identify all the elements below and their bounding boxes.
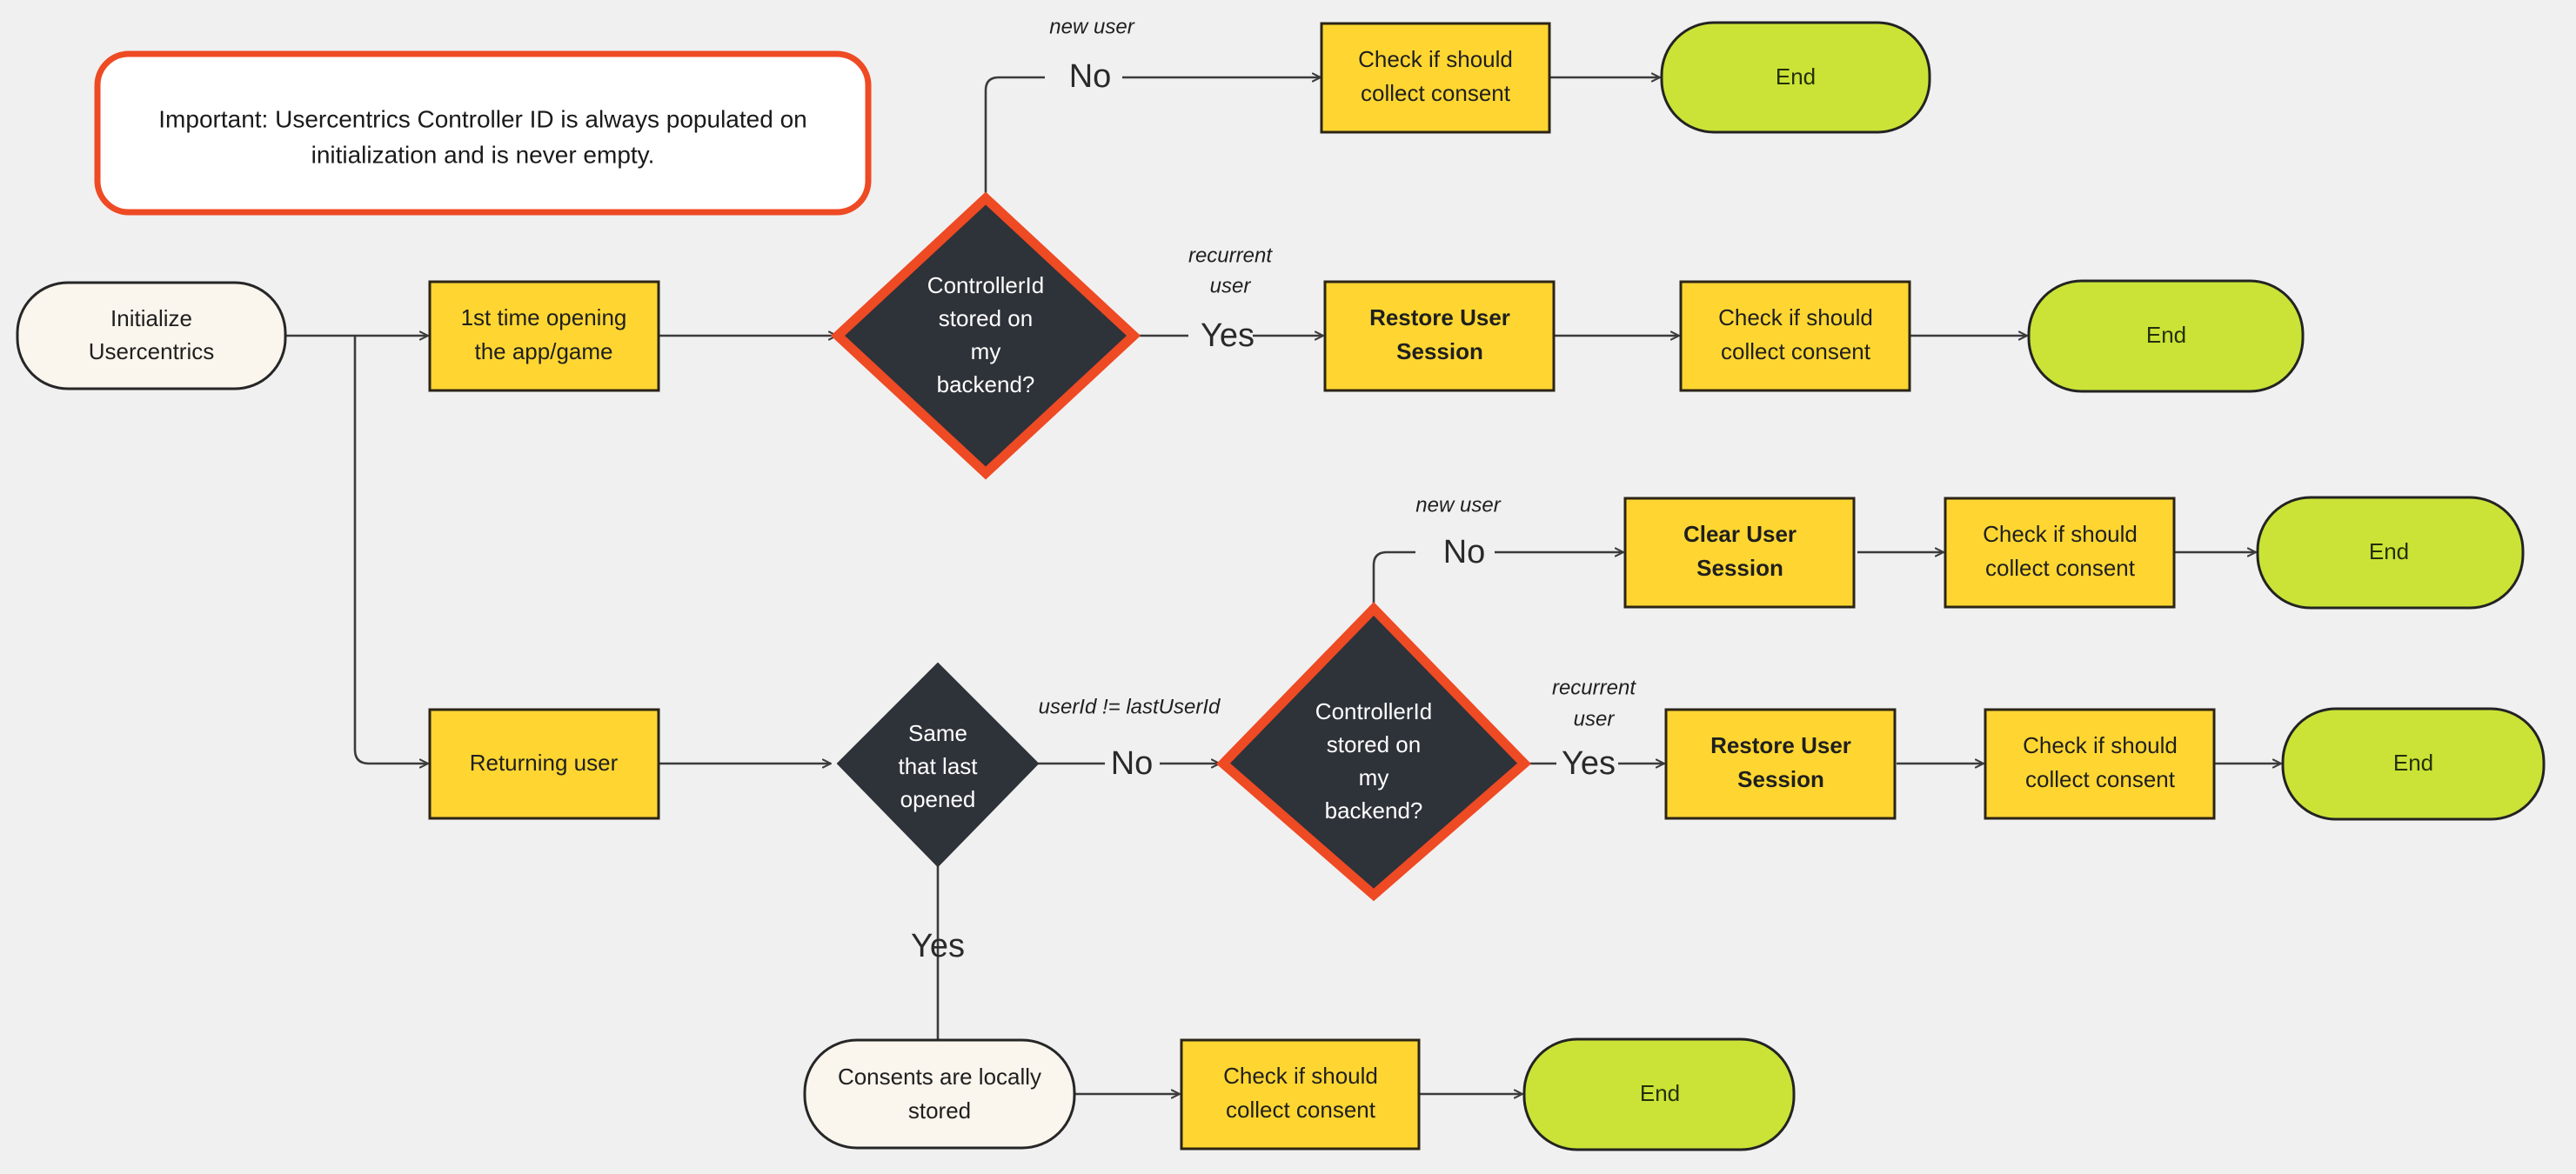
node-end-row3-label: End bbox=[2369, 538, 2409, 564]
node-decision-same-last-opened[interactable]: Same that last opened bbox=[836, 662, 1040, 868]
node-restore-user-session-row4-line2: Session bbox=[1737, 766, 1824, 792]
edge-label-top-no: No bbox=[1069, 58, 1112, 95]
node-restore-user-session-row4-line1: Restore User bbox=[1710, 732, 1851, 758]
node-check-consent-row3-line1: Check if should bbox=[1983, 521, 2138, 547]
node-clear-user-session-shape[interactable] bbox=[1623, 497, 1856, 609]
flowchart-svg: Important: Usercentrics Controller ID is… bbox=[16, 15, 2546, 1151]
node-decision-mid-line3: my bbox=[1359, 764, 1389, 790]
node-initialize-usercentrics-shape[interactable] bbox=[16, 281, 287, 390]
edge-label-row4-recurrent-user-line2: user bbox=[1574, 707, 1616, 730]
node-check-consent-row5-line1: Check if should bbox=[1223, 1063, 1378, 1089]
node-end-row2[interactable]: End bbox=[2027, 279, 2305, 393]
node-restore-user-session-row4-shape[interactable] bbox=[1664, 708, 1897, 820]
node-first-time-opening[interactable]: 1st time opening the app/game bbox=[428, 280, 660, 392]
important-note-box bbox=[94, 50, 872, 216]
node-end-row4-label: End bbox=[2393, 750, 2433, 776]
node-check-consent-top[interactable]: Check if should collect consent bbox=[1320, 22, 1551, 134]
node-check-consent-top-line1: Check if should bbox=[1358, 46, 1513, 72]
node-end-top-label: End bbox=[1776, 63, 1816, 90]
node-restore-user-session-row2[interactable]: Restore User Session bbox=[1323, 280, 1556, 392]
node-decision-controllerid-backend-top-shape[interactable] bbox=[830, 191, 1141, 480]
node-end-row5-label: End bbox=[1640, 1080, 1680, 1106]
node-check-consent-row2-line1: Check if should bbox=[1718, 304, 1873, 330]
node-decision-mid-line1: ControllerId bbox=[1315, 698, 1432, 724]
node-restore-user-session-row2-shape[interactable] bbox=[1323, 280, 1556, 392]
node-end-row3[interactable]: End bbox=[2256, 496, 2525, 610]
node-check-consent-row4-shape[interactable] bbox=[1984, 708, 2216, 820]
node-clear-user-session-line1: Clear User bbox=[1683, 521, 1797, 547]
node-end-row5[interactable]: End bbox=[1522, 1037, 1796, 1151]
node-returning-user-label: Returning user bbox=[470, 750, 619, 776]
node-decision-same-line1: Same bbox=[908, 720, 967, 746]
node-check-consent-row2-line2: collect consent bbox=[1721, 338, 1871, 364]
node-decision-controllerid-backend-top[interactable]: ControllerId stored on my backend? bbox=[830, 191, 1141, 480]
node-end-row2-label: End bbox=[2146, 322, 2186, 348]
node-first-time-opening-line1: 1st time opening bbox=[461, 304, 627, 330]
edge-decision-top-no bbox=[984, 76, 1045, 198]
node-clear-user-session-line2: Session bbox=[1696, 555, 1783, 581]
node-decision-same-line3: opened bbox=[900, 786, 976, 812]
node-check-consent-top-shape[interactable] bbox=[1320, 22, 1551, 134]
edge-label-row3-new-user: new user bbox=[1415, 493, 1501, 517]
edge-label-mid-yes: Yes bbox=[1201, 317, 1255, 354]
node-check-consent-row4[interactable]: Check if should collect consent bbox=[1984, 708, 2216, 820]
node-clear-user-session[interactable]: Clear User Session bbox=[1623, 497, 1856, 609]
edge-label-mid-recurrent-user-line1: recurrent bbox=[1188, 243, 1273, 267]
node-consents-locally-stored-shape[interactable] bbox=[803, 1038, 1076, 1150]
node-check-consent-row4-line2: collect consent bbox=[2025, 766, 2176, 792]
node-returning-user[interactable]: Returning user bbox=[428, 708, 660, 820]
important-note-line1: Important: Usercentrics Controller ID is… bbox=[158, 105, 806, 132]
edge-labels-layer: new user No recurrent user Yes new user … bbox=[911, 15, 1636, 964]
node-decision-controllerid-backend-mid[interactable]: ControllerId stored on my backend? bbox=[1216, 602, 1531, 902]
important-note-line2: initialization and is never empty. bbox=[311, 141, 655, 168]
node-check-consent-row3[interactable]: Check if should collect consent bbox=[1944, 497, 2176, 609]
node-restore-user-session-row4[interactable]: Restore User Session bbox=[1664, 708, 1897, 820]
edge-label-same-yes: Yes bbox=[911, 928, 965, 964]
node-decision-mid-line4: backend? bbox=[1325, 797, 1423, 824]
node-decision-top-line1: ControllerId bbox=[927, 272, 1044, 298]
node-initialize-usercentrics-line2: Usercentrics bbox=[89, 338, 214, 364]
node-restore-user-session-row2-line1: Restore User bbox=[1369, 304, 1510, 330]
edge-start-to-returning-user bbox=[353, 336, 428, 764]
node-first-time-opening-line2: the app/game bbox=[474, 338, 612, 364]
node-decision-top-line4: backend? bbox=[937, 371, 1035, 397]
edge-decision-mid-no bbox=[1372, 550, 1415, 609]
node-check-consent-row2-shape[interactable] bbox=[1679, 280, 1911, 392]
edge-label-userid-condition: userId != lastUserId bbox=[1039, 695, 1221, 718]
node-consents-locally-stored[interactable]: Consents are locally stored bbox=[803, 1038, 1076, 1150]
node-decision-top-line2: stored on bbox=[939, 305, 1033, 331]
node-check-consent-row2[interactable]: Check if should collect consent bbox=[1679, 280, 1911, 392]
edge-label-mid-recurrent-user-line2: user bbox=[1210, 274, 1252, 297]
edge-label-same-no: No bbox=[1111, 745, 1154, 782]
node-consents-locally-stored-line1: Consents are locally bbox=[838, 1064, 1041, 1090]
node-restore-user-session-row2-line2: Session bbox=[1396, 338, 1483, 364]
edge-label-row3-no: No bbox=[1443, 534, 1486, 570]
node-initialize-usercentrics-line1: Initialize bbox=[110, 305, 192, 331]
node-end-row4[interactable]: End bbox=[2281, 707, 2546, 821]
node-check-consent-row3-shape[interactable] bbox=[1944, 497, 2176, 609]
node-initialize-usercentrics[interactable]: Initialize Usercentrics bbox=[16, 281, 287, 390]
node-consents-locally-stored-line2: stored bbox=[908, 1097, 971, 1124]
important-note-callout: Important: Usercentrics Controller ID is… bbox=[94, 50, 872, 216]
node-check-consent-row5-shape[interactable] bbox=[1180, 1038, 1421, 1151]
node-decision-top-line3: my bbox=[971, 338, 1001, 364]
edge-label-row4-recurrent-user-line1: recurrent bbox=[1552, 676, 1636, 699]
edge-label-top-new-user: new user bbox=[1049, 15, 1134, 38]
node-end-top[interactable]: End bbox=[1660, 21, 1931, 134]
node-check-consent-row5-line2: collect consent bbox=[1226, 1097, 1376, 1123]
node-check-consent-row5[interactable]: Check if should collect consent bbox=[1180, 1038, 1421, 1151]
node-first-time-opening-shape[interactable] bbox=[428, 280, 660, 392]
flowchart-canvas: Important: Usercentrics Controller ID is… bbox=[0, 0, 2576, 1174]
edge-label-row4-yes: Yes bbox=[1562, 745, 1616, 782]
node-check-consent-row4-line1: Check if should bbox=[2023, 732, 2178, 758]
node-check-consent-row3-line2: collect consent bbox=[1985, 555, 2136, 581]
node-decision-mid-line2: stored on bbox=[1327, 731, 1421, 757]
node-decision-same-line2: that last bbox=[898, 753, 978, 779]
node-check-consent-top-line2: collect consent bbox=[1361, 80, 1511, 106]
